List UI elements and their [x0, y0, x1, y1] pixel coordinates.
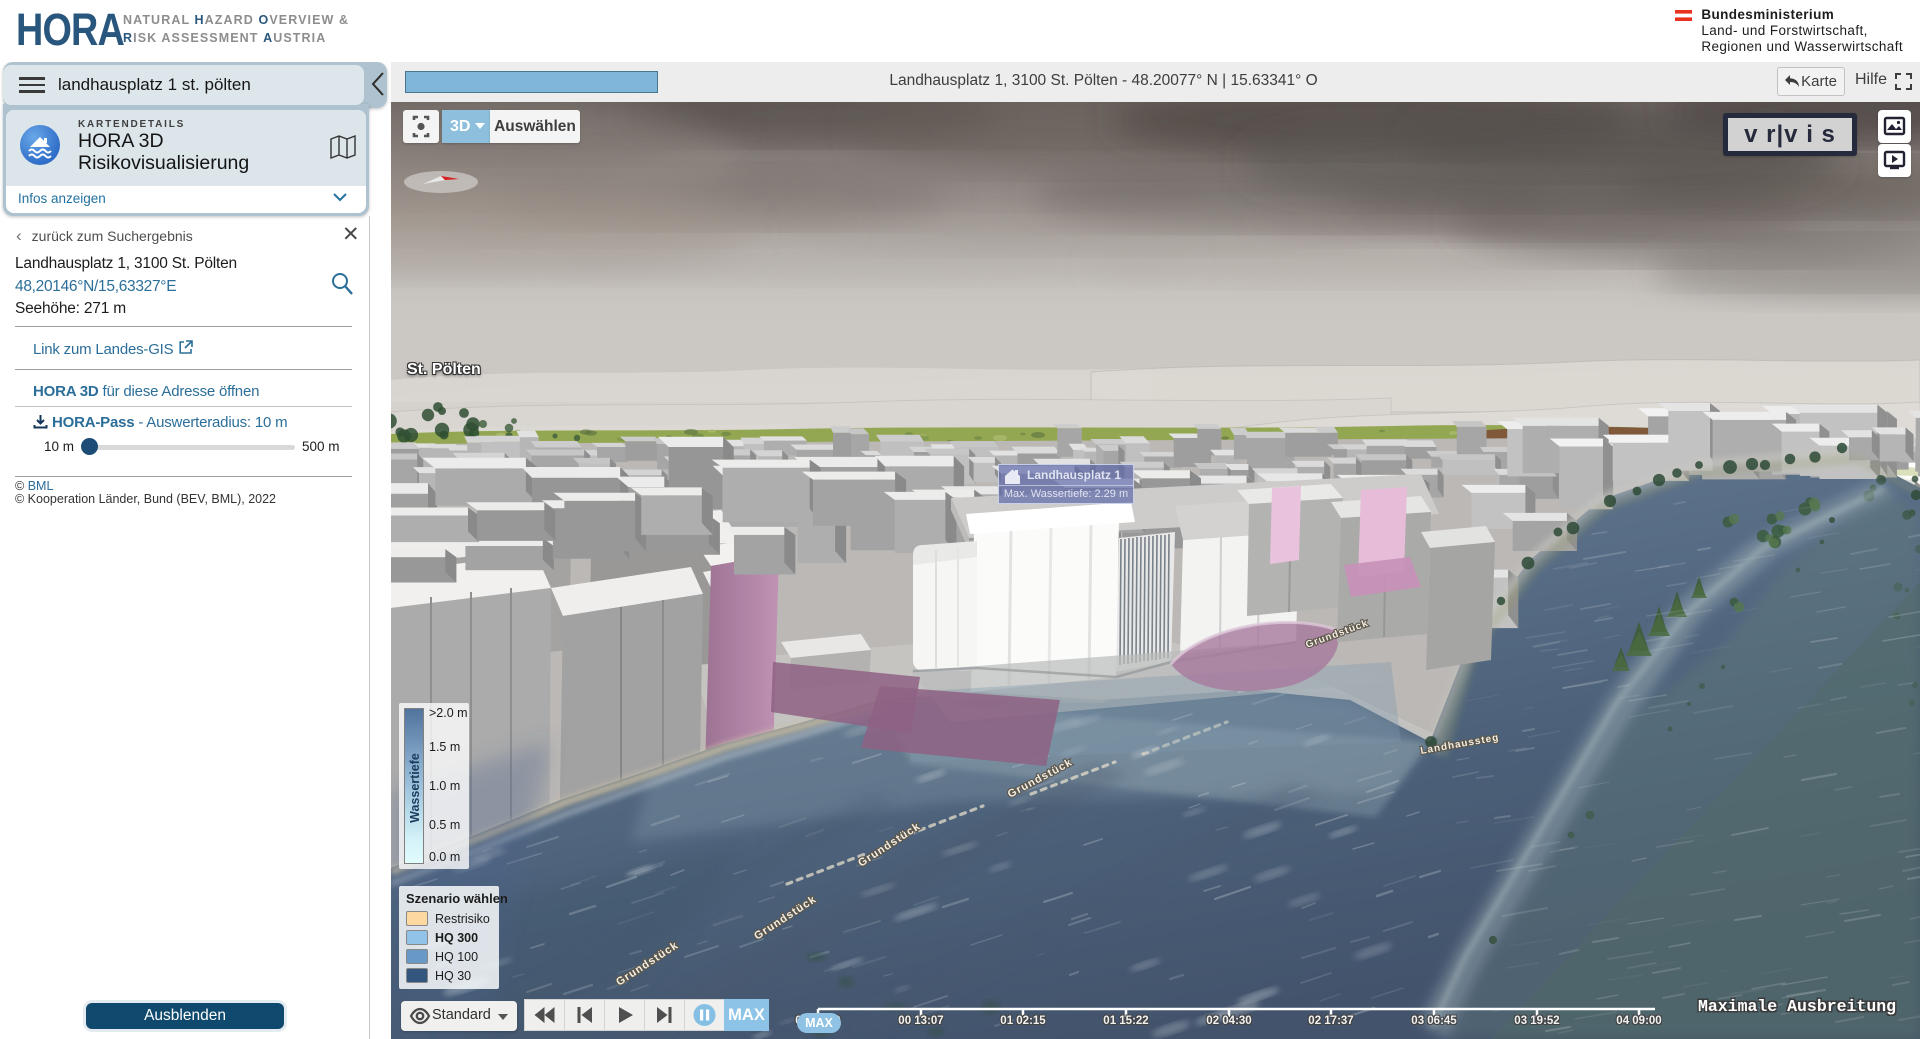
svg-text:v r|v i s: v r|v i s [1744, 121, 1836, 148]
